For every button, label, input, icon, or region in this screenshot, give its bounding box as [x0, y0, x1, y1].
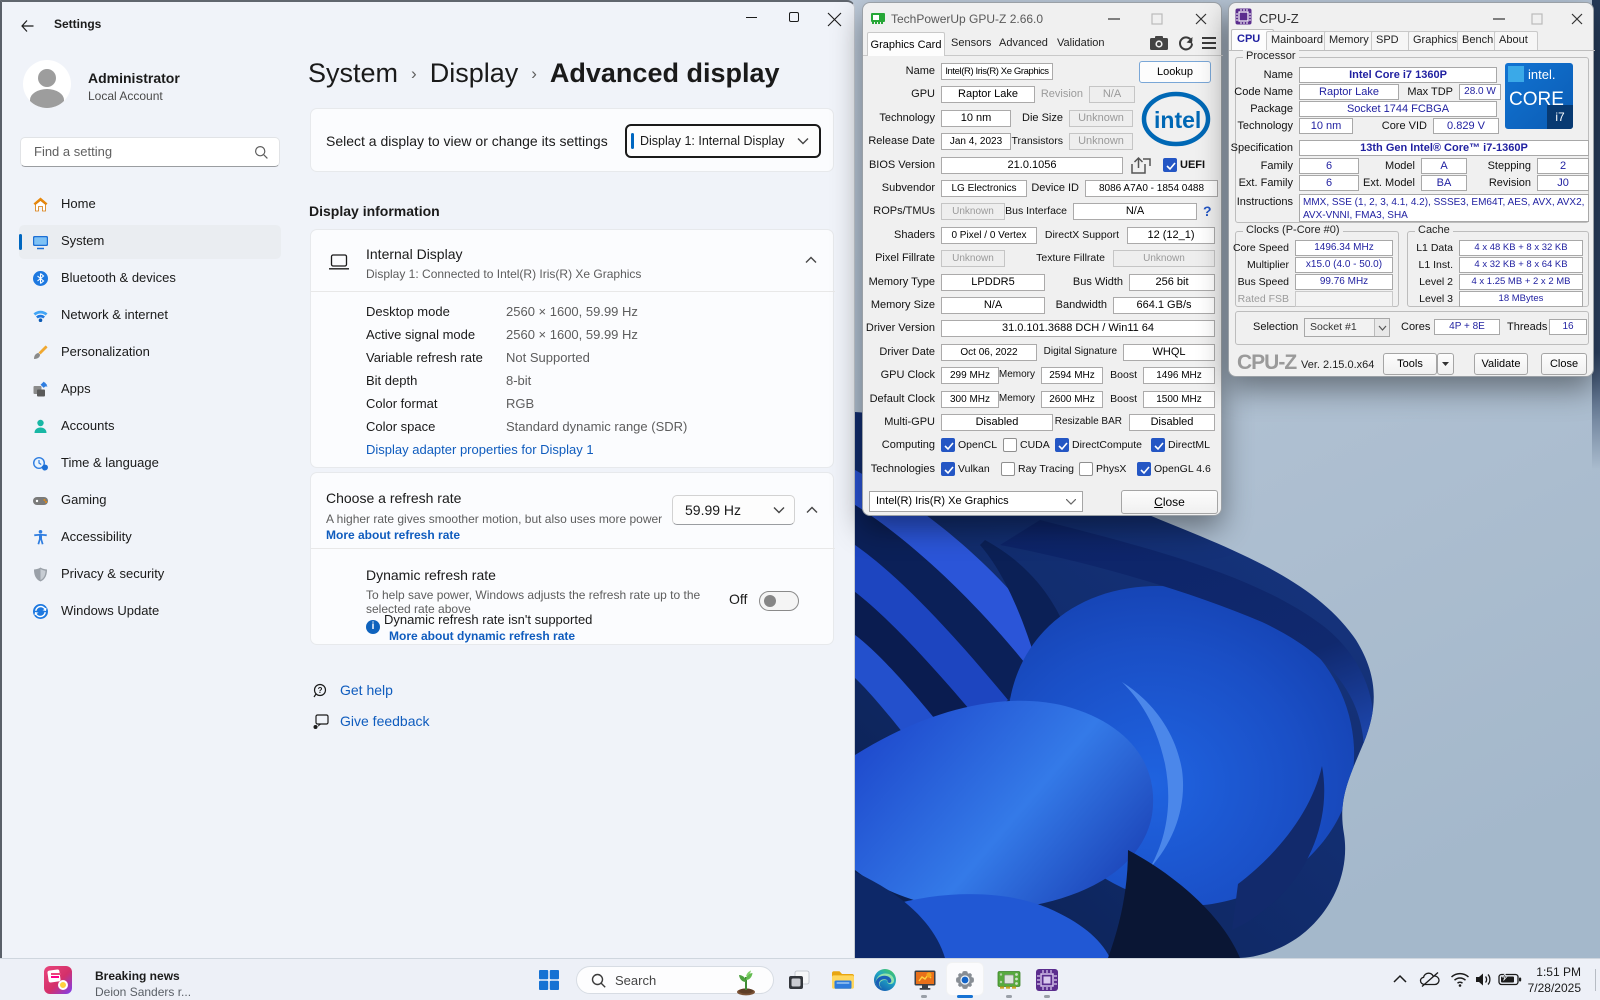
- svg-text:intel: intel: [1154, 107, 1201, 133]
- svg-text:?: ?: [318, 686, 323, 695]
